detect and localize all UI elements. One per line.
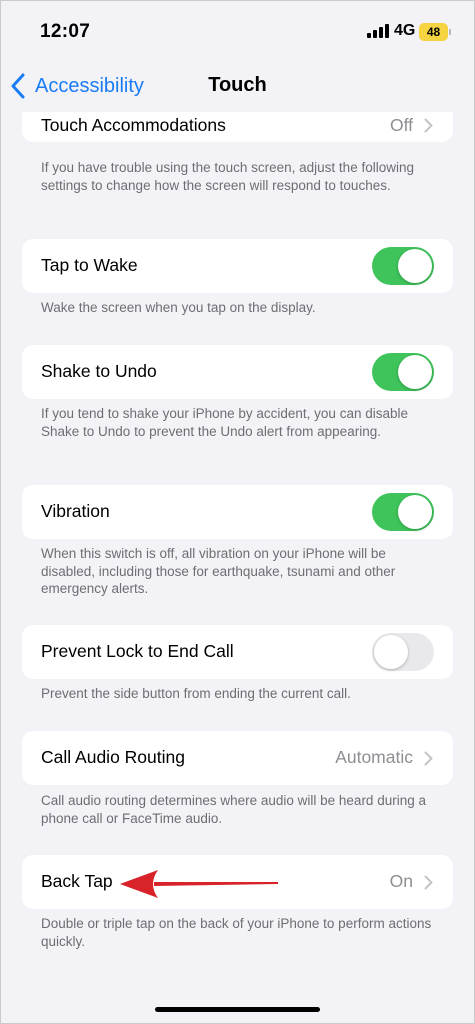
prevent-lock-footnote: Prevent the side button from ending the … bbox=[41, 686, 351, 701]
tap-to-wake-label: Tap to Wake bbox=[41, 255, 138, 275]
chevron-right-icon bbox=[424, 875, 433, 890]
shake-to-undo-label: Shake to Undo bbox=[41, 361, 157, 381]
back-tap-footnote: Double or triple tap on the back of your… bbox=[41, 916, 432, 949]
toggle-knob bbox=[398, 249, 432, 283]
tap-to-wake-toggle[interactable] bbox=[372, 247, 434, 285]
back-tap-label: Back Tap bbox=[41, 871, 113, 891]
touch-accommodations-value: Off bbox=[389, 115, 413, 135]
cellular-signal-icon bbox=[367, 24, 389, 38]
network-type: 4G bbox=[394, 22, 416, 39]
vibration-row: Vibration bbox=[22, 485, 453, 539]
touch-accommodations-footnote: If you have trouble using the touch scre… bbox=[41, 160, 414, 193]
prevent-lock-label: Prevent Lock to End Call bbox=[41, 641, 234, 661]
chevron-right-icon bbox=[424, 751, 433, 766]
battery-icon: 48 bbox=[419, 23, 448, 41]
call-audio-routing-value: Automatic bbox=[335, 747, 413, 767]
vibration-footnote: When this switch is off, all vibration o… bbox=[41, 546, 396, 596]
navigation-bar: Accessibility Touch bbox=[0, 62, 475, 112]
call-audio-routing-footnote: Call audio routing determines where audi… bbox=[41, 793, 426, 826]
home-indicator[interactable] bbox=[155, 1007, 320, 1012]
call-audio-routing-label: Call Audio Routing bbox=[41, 747, 185, 767]
toggle-knob bbox=[398, 355, 432, 389]
call-audio-routing-row[interactable]: Call Audio Routing Automatic bbox=[22, 731, 453, 785]
touch-accommodations-label: Touch Accommodations bbox=[41, 115, 226, 135]
prevent-lock-row: Prevent Lock to End Call bbox=[22, 625, 453, 679]
prevent-lock-toggle[interactable] bbox=[372, 633, 434, 671]
toggle-knob bbox=[398, 495, 432, 529]
tap-to-wake-footnote: Wake the screen when you tap on the disp… bbox=[41, 300, 316, 315]
toggle-knob bbox=[374, 635, 408, 669]
vibration-toggle[interactable] bbox=[372, 493, 434, 531]
tap-to-wake-row: Tap to Wake bbox=[22, 239, 453, 293]
shake-to-undo-footnote: If you tend to shake your iPhone by acci… bbox=[41, 406, 408, 439]
annotation-arrow-icon bbox=[120, 870, 278, 898]
battery-nub bbox=[449, 29, 451, 35]
vibration-label: Vibration bbox=[41, 501, 110, 521]
status-bar: 12:07 4G 48 bbox=[0, 0, 475, 62]
page-title: Touch bbox=[208, 74, 267, 96]
status-time: 12:07 bbox=[40, 21, 91, 42]
touch-accommodations-row[interactable]: Touch Accommodations Off bbox=[22, 112, 453, 142]
shake-to-undo-row: Shake to Undo bbox=[22, 345, 453, 399]
back-tap-value: On bbox=[389, 871, 413, 891]
shake-to-undo-toggle[interactable] bbox=[372, 353, 434, 391]
chevron-right-icon bbox=[424, 118, 433, 133]
